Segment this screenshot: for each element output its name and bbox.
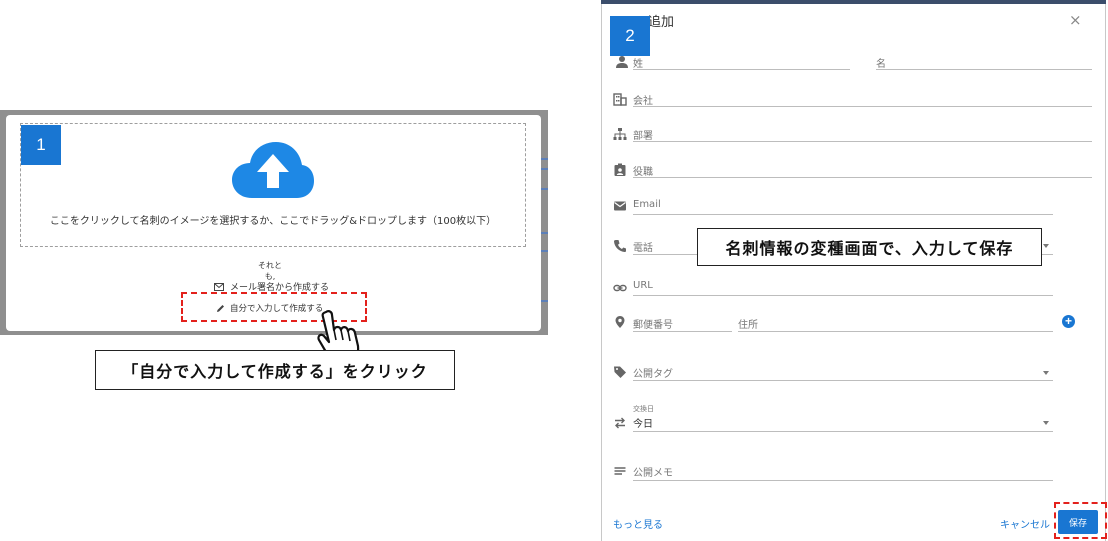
job-title-placeholder: 役職 (633, 167, 653, 178)
exchange-date-value: 今日 (633, 419, 653, 430)
building-icon (613, 93, 627, 106)
add-circle-icon[interactable]: + (1062, 315, 1075, 328)
public-tag-placeholder: 公開タグ (633, 369, 673, 380)
person-icon (616, 56, 628, 68)
org-chart-icon (613, 128, 627, 140)
link-icon (613, 284, 627, 292)
dialog-title: 追加 (648, 15, 675, 30)
step1-instruction-callout: 「自分で入力して作成する」をクリック (95, 350, 455, 390)
phone-type-dropdown-icon[interactable] (1043, 244, 1049, 248)
or-separator-text: それとも, (258, 261, 282, 281)
department-field[interactable]: 部署 (633, 127, 1092, 142)
public-tag-field[interactable]: 公開タグ (633, 365, 1053, 381)
job-title-field[interactable]: 役職 (633, 163, 1092, 178)
email-field[interactable]: Email (633, 199, 1053, 215)
step2-instruction-callout: 名刺情報の変種画面で、入力して保存 (697, 228, 1042, 266)
swap-icon (615, 417, 625, 429)
exchange-date-field[interactable]: 今日 (633, 415, 1053, 432)
company-placeholder: 会社 (633, 96, 653, 107)
company-field[interactable]: 会社 (633, 92, 1092, 107)
url-field[interactable]: URL (633, 280, 1053, 296)
public-memo-field[interactable]: 公開メモ (633, 464, 1053, 481)
url-placeholder: URL (633, 280, 653, 291)
close-icon[interactable]: × (1069, 11, 1082, 29)
postal-code-placeholder: 郵便番号 (633, 320, 673, 331)
first-name-placeholder: 名 (876, 59, 886, 70)
first-name-field[interactable]: 名 (876, 55, 1092, 70)
envelope-icon (614, 201, 626, 211)
last-name-field[interactable]: 姓 (633, 55, 850, 70)
location-pin-icon (615, 316, 625, 328)
dialog-top-edge (601, 0, 1106, 4)
notes-icon (614, 467, 626, 475)
last-name-placeholder: 姓 (633, 59, 643, 70)
show-more-link[interactable]: もっと見る (613, 516, 663, 531)
cloud-upload-icon[interactable] (230, 140, 316, 200)
highlight-box-save-button (1054, 502, 1107, 539)
phone-placeholder: 電話 (633, 243, 653, 254)
address-field[interactable]: 住所 (738, 316, 1053, 332)
department-placeholder: 部署 (633, 131, 653, 142)
step-badge-1: 1 (21, 125, 61, 165)
address-placeholder: 住所 (738, 320, 758, 331)
phone-icon (614, 240, 626, 252)
mail-icon (214, 282, 224, 291)
exchange-date-label: 交換日 (633, 405, 654, 413)
public-memo-placeholder: 公開メモ (633, 468, 673, 479)
exchange-date-dropdown-icon[interactable] (1043, 421, 1049, 425)
step-badge-2: 2 (610, 16, 650, 56)
email-placeholder: Email (633, 199, 661, 210)
public-tag-dropdown-icon[interactable] (1043, 371, 1049, 375)
badge-icon (614, 163, 626, 176)
tag-icon (614, 366, 626, 378)
dropzone-instructions: ここをクリックして名刺のイメージを選択するか、ここでドラッグ&ドロップします（1… (49, 216, 497, 227)
add-contact-dialog (601, 0, 1106, 541)
postal-code-field[interactable]: 郵便番号 (633, 316, 732, 332)
cancel-button[interactable]: キャンセル (1000, 516, 1050, 531)
